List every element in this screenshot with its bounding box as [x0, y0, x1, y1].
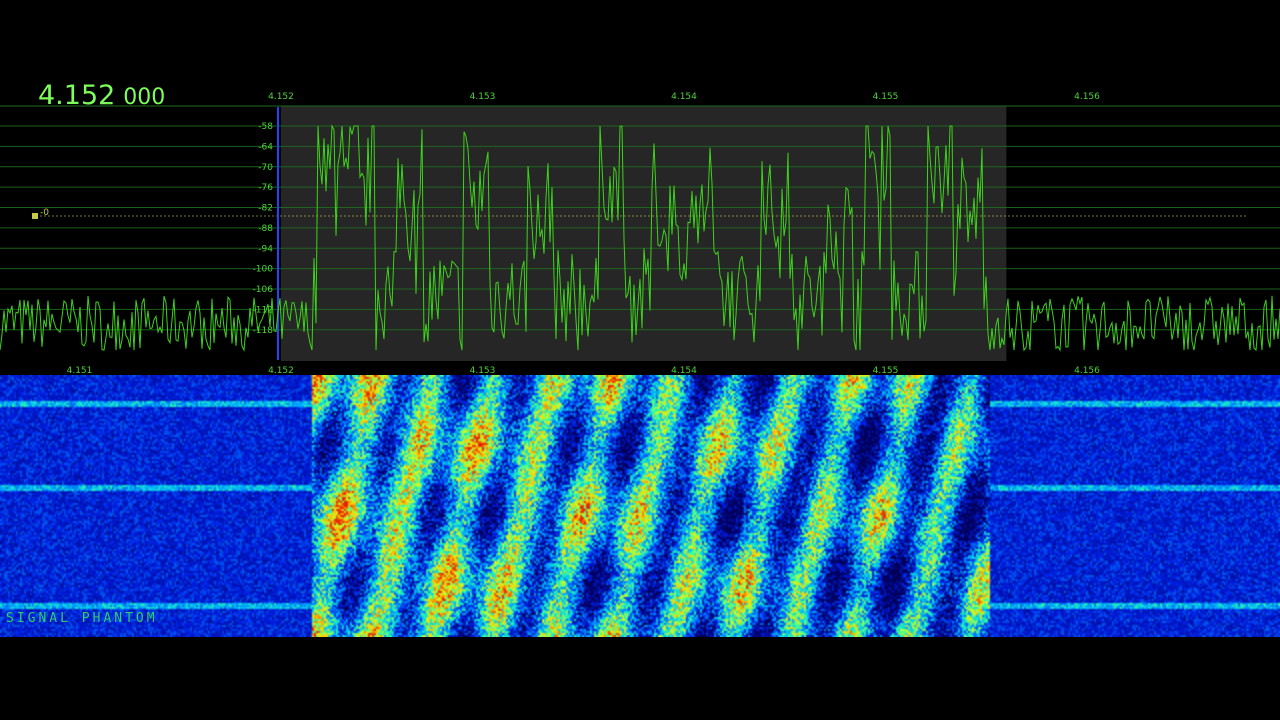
squelch-label: -0 [40, 208, 49, 218]
db-tick-label: -118 [253, 326, 274, 336]
bottom-frequency-axis: 4.151 4.152 4.153 4.154 4.155 4.156 [67, 366, 1101, 375]
bottom-freq-tick-label: 4.155 [873, 366, 899, 375]
db-tick-label: -94 [258, 244, 273, 254]
spectrum-display[interactable]: 4.152 4.153 4.154 4.155 4.156 4.151 4.152 4.15… [0, 88, 1280, 375]
db-tick-label: -70 [258, 163, 273, 173]
db-tick-label: -76 [258, 183, 273, 193]
db-tick-label: -82 [258, 204, 273, 214]
top-frequency-axis: 4.152 4.153 4.154 4.155 4.156 [268, 92, 1100, 102]
bottom-freq-tick-label: 4.154 [671, 366, 697, 375]
db-tick-label: -88 [258, 224, 273, 234]
db-tick-label: -64 [258, 142, 273, 152]
db-tick-label: -106 [253, 285, 274, 295]
db-tick-label: -58 [258, 122, 273, 132]
bottom-freq-tick-label: 4.151 [67, 366, 93, 375]
waterfall-display[interactable] [0, 375, 1280, 637]
waterfall-canvas[interactable] [0, 375, 1280, 637]
squelch-handle[interactable] [32, 212, 38, 219]
bottom-freq-tick-label: 4.156 [1074, 366, 1100, 375]
bottom-freq-tick-label: 4.152 [268, 366, 294, 375]
bottom-freq-tick-label: 4.153 [470, 366, 496, 375]
top-freq-tick-label: 4.153 [470, 92, 496, 102]
db-axis: -58-64-70-76-82-88-94-100-106-112-118 [253, 122, 274, 336]
top-freq-tick-label: 4.154 [671, 92, 697, 102]
passband-region [281, 106, 1007, 361]
top-freq-tick-label: 4.152 [268, 92, 294, 102]
watermark-text: SIGNAL PHANTOM [6, 611, 158, 626]
db-tick-label: -100 [253, 265, 274, 275]
top-freq-tick-label: 4.156 [1074, 92, 1100, 102]
passband-layer [281, 106, 1007, 361]
top-freq-tick-label: 4.155 [873, 92, 899, 102]
